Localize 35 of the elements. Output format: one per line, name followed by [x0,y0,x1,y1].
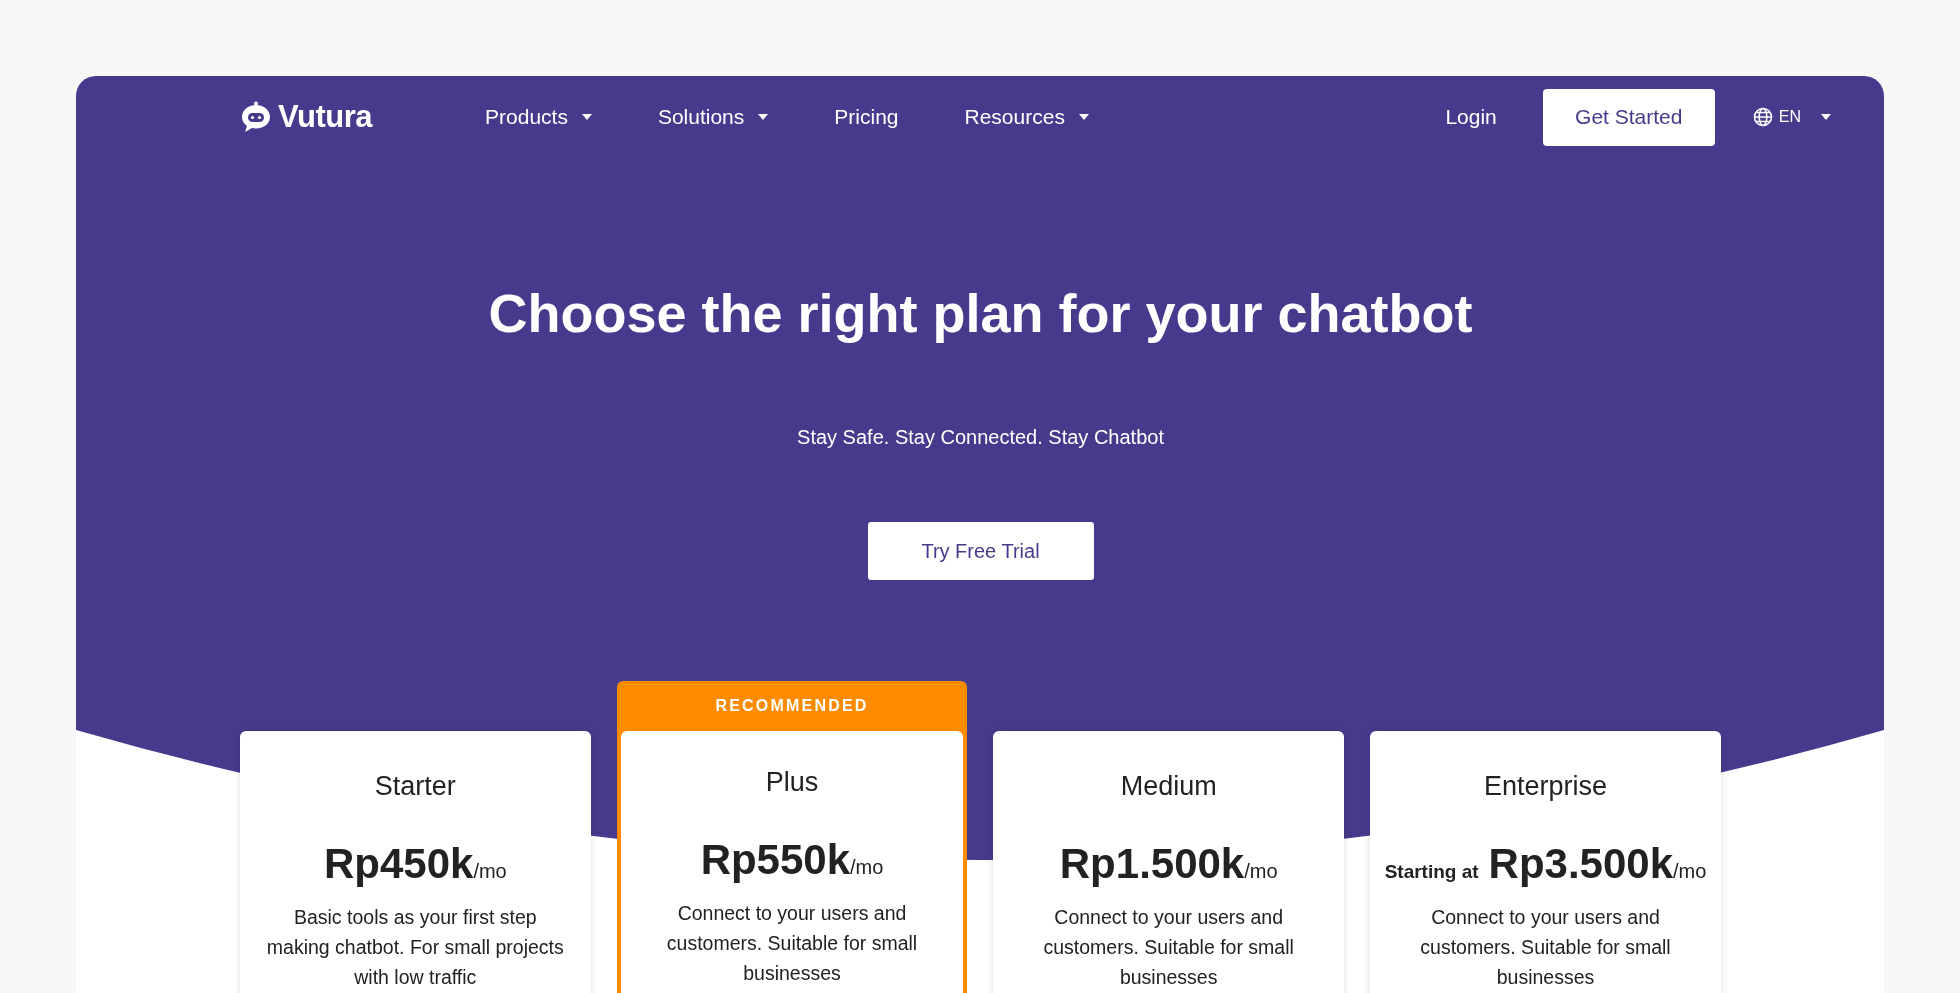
recommended-label: RECOMMENDED [715,697,869,715]
get-started-button[interactable]: Get Started [1542,88,1715,146]
logo-icon [240,101,272,133]
page-subtitle: Stay Safe. Stay Connected. Stay Chatbot [797,425,1164,450]
plan-description: Basic tools as your first step making chatbot. For small projects with low traffic [265,905,565,990]
nav-link[interactable]: Resources [931,97,1122,137]
price-period: /mo [850,856,884,878]
price-period: /mo [473,860,507,882]
nav-link[interactable]: Pricing [801,97,932,137]
globe-icon [1752,107,1773,127]
price-prefix: Starting at [1384,861,1479,883]
plan-price: Rp450k [323,840,474,888]
price-period: /mo [1244,860,1278,882]
plan-description: Connect to your users and customers. Suitable for small businesses [1419,905,1672,990]
plan-name: Plus [765,767,819,798]
plan-price: Rp1.500k [1059,840,1245,888]
free-trial-button[interactable]: Try Free Trial [867,522,1094,580]
nav-link[interactable]: Solutions [624,97,802,137]
plan-name: Enterprise [1484,771,1608,802]
plan-price: Rp550k [700,836,851,884]
caret-icon [581,114,592,120]
plan-description: Connect to your users and customers. Suitable for small businesses [665,901,919,986]
login-link[interactable]: Login [1445,105,1497,129]
caret-icon [1078,114,1089,120]
brand-name: Vutura [278,99,373,135]
plan-name: Medium [1120,771,1217,802]
plan-name: Starter [374,771,456,802]
caret-icon [1821,114,1831,120]
plan-price: Rp3.500k [1488,840,1674,888]
plan-description: Connect to your users and customers. Suitable for small businesses [1042,905,1295,990]
language-selector[interactable]: EN [1752,107,1831,127]
nav-link[interactable]: Products [452,97,625,137]
caret-icon [758,114,769,120]
price-period: /mo [1673,860,1707,882]
page-heading: Choose the right plan for your chatbot [488,283,1473,343]
